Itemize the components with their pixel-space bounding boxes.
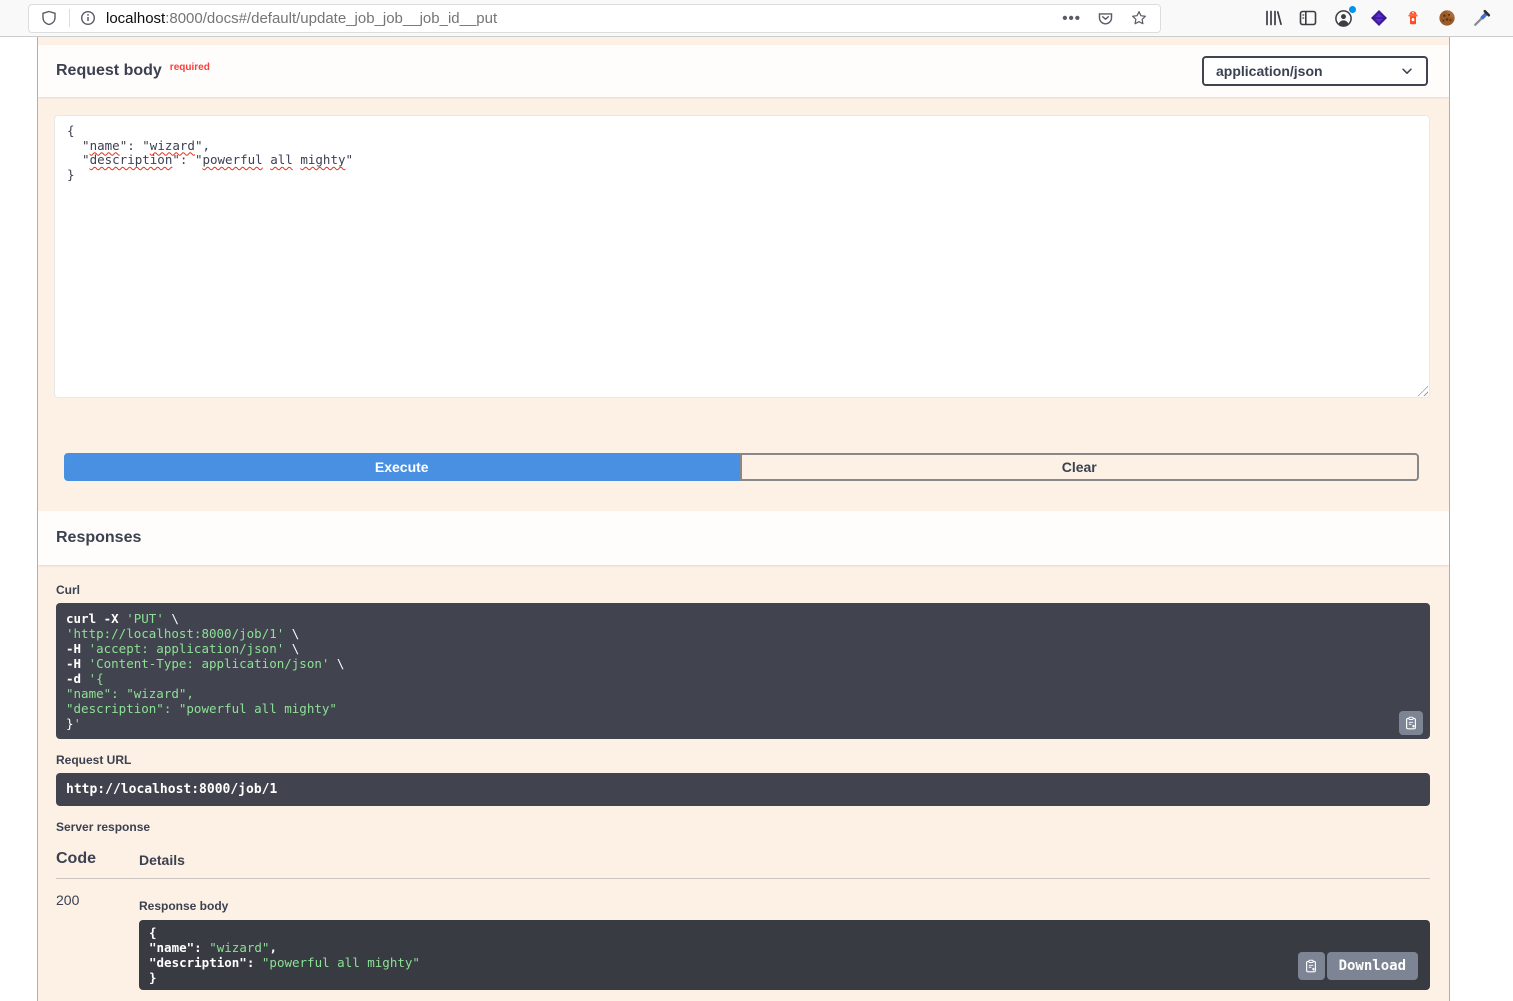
- sidebar-icon[interactable]: [1299, 9, 1317, 27]
- put-opblock: Request bodyrequired application/json { …: [37, 37, 1450, 1001]
- curl-panel: curl -X 'PUT' \ 'http://localhost:8000/j…: [56, 603, 1430, 739]
- notification-dot: [1349, 6, 1356, 13]
- shield-icon[interactable]: [41, 10, 57, 26]
- bookmark-star-icon[interactable]: [1130, 9, 1148, 27]
- chevron-down-icon: [1400, 64, 1414, 78]
- curl-label: Curl: [56, 583, 1430, 597]
- request-body-header: Request bodyrequired application/json: [38, 45, 1449, 97]
- url-host: localhost: [106, 10, 165, 27]
- response-body-label: Response body: [139, 899, 1430, 913]
- extension-purple-icon[interactable]: [1370, 9, 1388, 27]
- content-type-value: application/json: [1216, 63, 1323, 79]
- responses-title: Responses: [56, 529, 141, 547]
- extension-hydrant-icon[interactable]: [1405, 10, 1421, 26]
- pocket-icon[interactable]: [1097, 10, 1114, 27]
- download-button[interactable]: Download: [1327, 952, 1418, 980]
- required-badge: required: [170, 62, 210, 73]
- copy-response-button[interactable]: [1298, 952, 1325, 980]
- curl-command: curl -X 'PUT' \ 'http://localhost:8000/j…: [66, 611, 1420, 731]
- copy-curl-button[interactable]: [1399, 711, 1423, 735]
- url-bar[interactable]: localhost:8000/docs#/default/update_job_…: [28, 4, 1161, 33]
- server-response-row: 200 Response body { "name": "wizard", "d…: [56, 879, 1430, 990]
- server-response-label: Server response: [56, 820, 1430, 834]
- request-url-label: Request URL: [56, 753, 1430, 767]
- responses-section: Curl curl -X 'PUT' \ 'http://localhost:8…: [38, 565, 1449, 998]
- url-path: :8000/docs#/default/update_job_job__job_…: [165, 10, 497, 27]
- request-body-editor[interactable]: { "name": "wizard", "description": "powe…: [54, 115, 1430, 398]
- response-body-code: { "name": "wizard", "description": "powe…: [149, 925, 1420, 985]
- urlbar-separator: [69, 9, 70, 27]
- account-icon[interactable]: [1334, 9, 1353, 28]
- extension-cookie-icon[interactable]: [1438, 9, 1456, 27]
- page-content: Request bodyrequired application/json { …: [0, 37, 1513, 1001]
- server-response-table-header: Code Details: [56, 850, 1430, 879]
- response-body-panel: { "name": "wizard", "description": "powe…: [139, 920, 1430, 990]
- eyedropper-icon[interactable]: [1473, 9, 1491, 27]
- browser-toolbar: localhost:8000/docs#/default/update_job_…: [0, 0, 1513, 37]
- content-type-select[interactable]: application/json: [1202, 56, 1428, 86]
- request-url-value: http://localhost:8000/job/1: [56, 773, 1430, 806]
- code-column-header: Code: [56, 850, 139, 868]
- more-options-icon[interactable]: •••: [1062, 11, 1081, 26]
- responses-header: Responses: [38, 511, 1449, 565]
- execute-row: Execute Clear: [64, 453, 1419, 481]
- library-icon[interactable]: [1264, 9, 1282, 27]
- details-column-header: Details: [139, 852, 185, 868]
- response-code: 200: [56, 890, 139, 990]
- clear-button[interactable]: Clear: [740, 453, 1420, 481]
- execute-button[interactable]: Execute: [64, 453, 740, 481]
- url-text[interactable]: localhost:8000/docs#/default/update_job_…: [106, 10, 497, 27]
- info-icon[interactable]: [80, 10, 96, 26]
- request-body-section: { "name": "wizard", "description": "powe…: [38, 97, 1449, 511]
- request-body-title: Request bodyrequired: [56, 62, 210, 80]
